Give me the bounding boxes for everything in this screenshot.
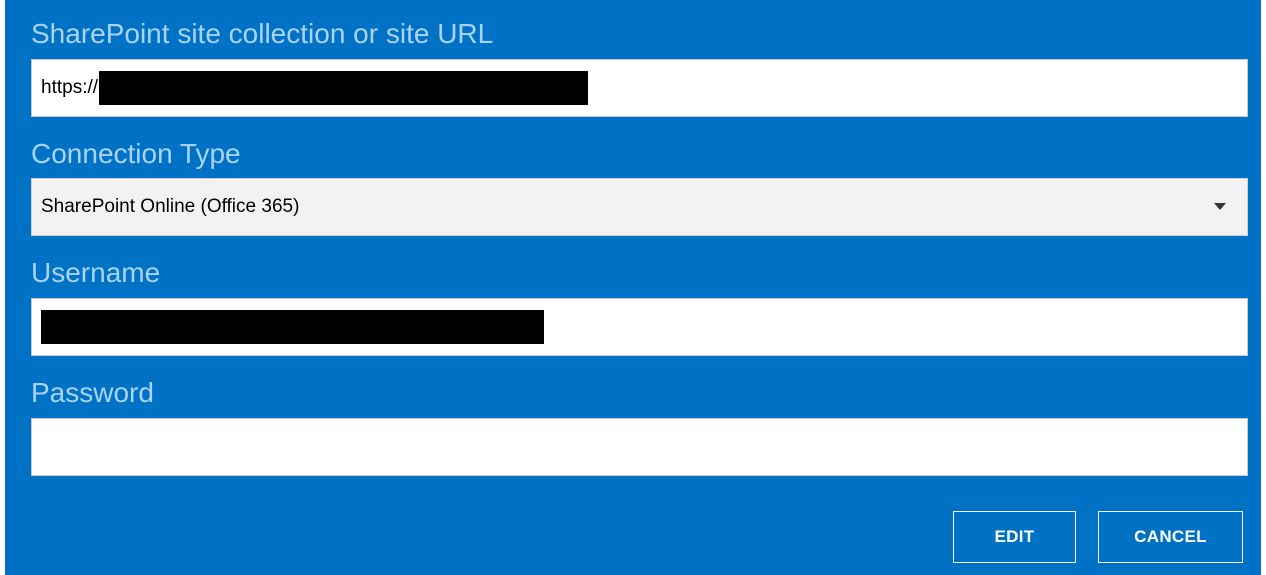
username-label: Username	[31, 257, 161, 288]
url-label: SharePoint site collection or site URL	[31, 18, 494, 49]
password-input[interactable]	[31, 418, 1248, 476]
edit-button[interactable]: EDIT	[953, 511, 1076, 563]
redacted-url-text	[99, 71, 589, 105]
connection-type-label: Connection Type	[31, 138, 241, 169]
url-input[interactable]: https://	[31, 59, 1248, 117]
chevron-down-icon	[1214, 203, 1226, 210]
redacted-username-text	[41, 310, 544, 344]
password-label: Password	[31, 377, 154, 408]
url-input-value: https://	[41, 77, 99, 98]
username-input[interactable]	[31, 298, 1248, 356]
connection-type-selected-value: SharePoint Online (Office 365)	[41, 196, 300, 217]
connection-type-dropdown[interactable]: SharePoint Online (Office 365)	[31, 178, 1248, 236]
connection-dialog: SharePoint site collection or site URL h…	[5, 0, 1261, 575]
cancel-button[interactable]: CANCEL	[1098, 511, 1243, 563]
